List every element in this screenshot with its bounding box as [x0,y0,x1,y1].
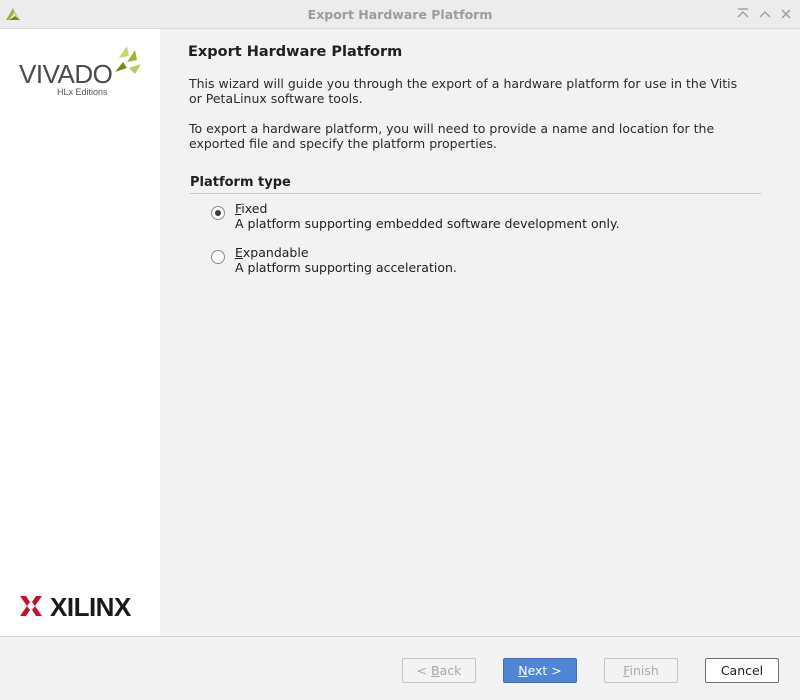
option-description-expandable: A platform supporting acceleration. [235,260,457,275]
platform-type-title: Platform type [190,175,291,190]
radio-button-expandable[interactable] [211,250,225,264]
vivado-logo: VIVADO HLx Editions [19,46,144,102]
xilinx-logo-text: XILINX [50,592,131,622]
label-rest: ack [439,663,462,678]
vivado-edition-text: HLx Editions [57,87,108,97]
next-button[interactable]: Next > [503,658,577,683]
label-rest: xpandable [242,245,309,260]
finish-button[interactable]: Finish [604,658,678,683]
intro-text: This wizard will guide you through the e… [189,76,738,106]
instructions-text: To export a hardware platform, you will … [189,121,715,151]
chevron-up-icon[interactable] [757,6,773,22]
window-title: Export Hardware Platform [307,7,493,22]
label-rest: ixed [241,201,268,216]
mnemonic: B [431,663,440,678]
cancel-button[interactable]: Cancel [705,658,779,683]
collapse-top-icon[interactable] [735,6,751,22]
mnemonic: N [518,663,528,678]
back-prefix: < [416,663,432,678]
vivado-leaf-icon [115,46,141,74]
wizard-sidebar: VIVADO HLx Editions XILINX [0,29,160,636]
wizard-content: Export Hardware Platform This wizard wil… [160,29,800,636]
option-description-fixed: A platform supporting embedded software … [235,216,620,231]
xilinx-mark-icon [20,596,42,616]
xilinx-logo: XILINX [19,592,144,622]
vivado-logo-text: VIVADO [19,59,113,89]
radio-button-fixed[interactable] [211,206,225,220]
button-bar: < Back Next > Finish Cancel [0,636,800,700]
option-label-expandable[interactable]: Expandable [235,245,309,260]
title-bar: Export Hardware Platform [0,0,800,29]
radio-selected-dot [215,210,221,216]
label-rest: ext > [527,663,562,678]
close-icon[interactable] [778,6,794,22]
mnemonic: E [235,245,243,260]
page-title: Export Hardware Platform [188,44,403,60]
section-divider [190,193,761,194]
back-button[interactable]: < Back [402,658,476,683]
label-rest: inish [629,663,659,678]
option-label-fixed[interactable]: Fixed [235,201,267,216]
